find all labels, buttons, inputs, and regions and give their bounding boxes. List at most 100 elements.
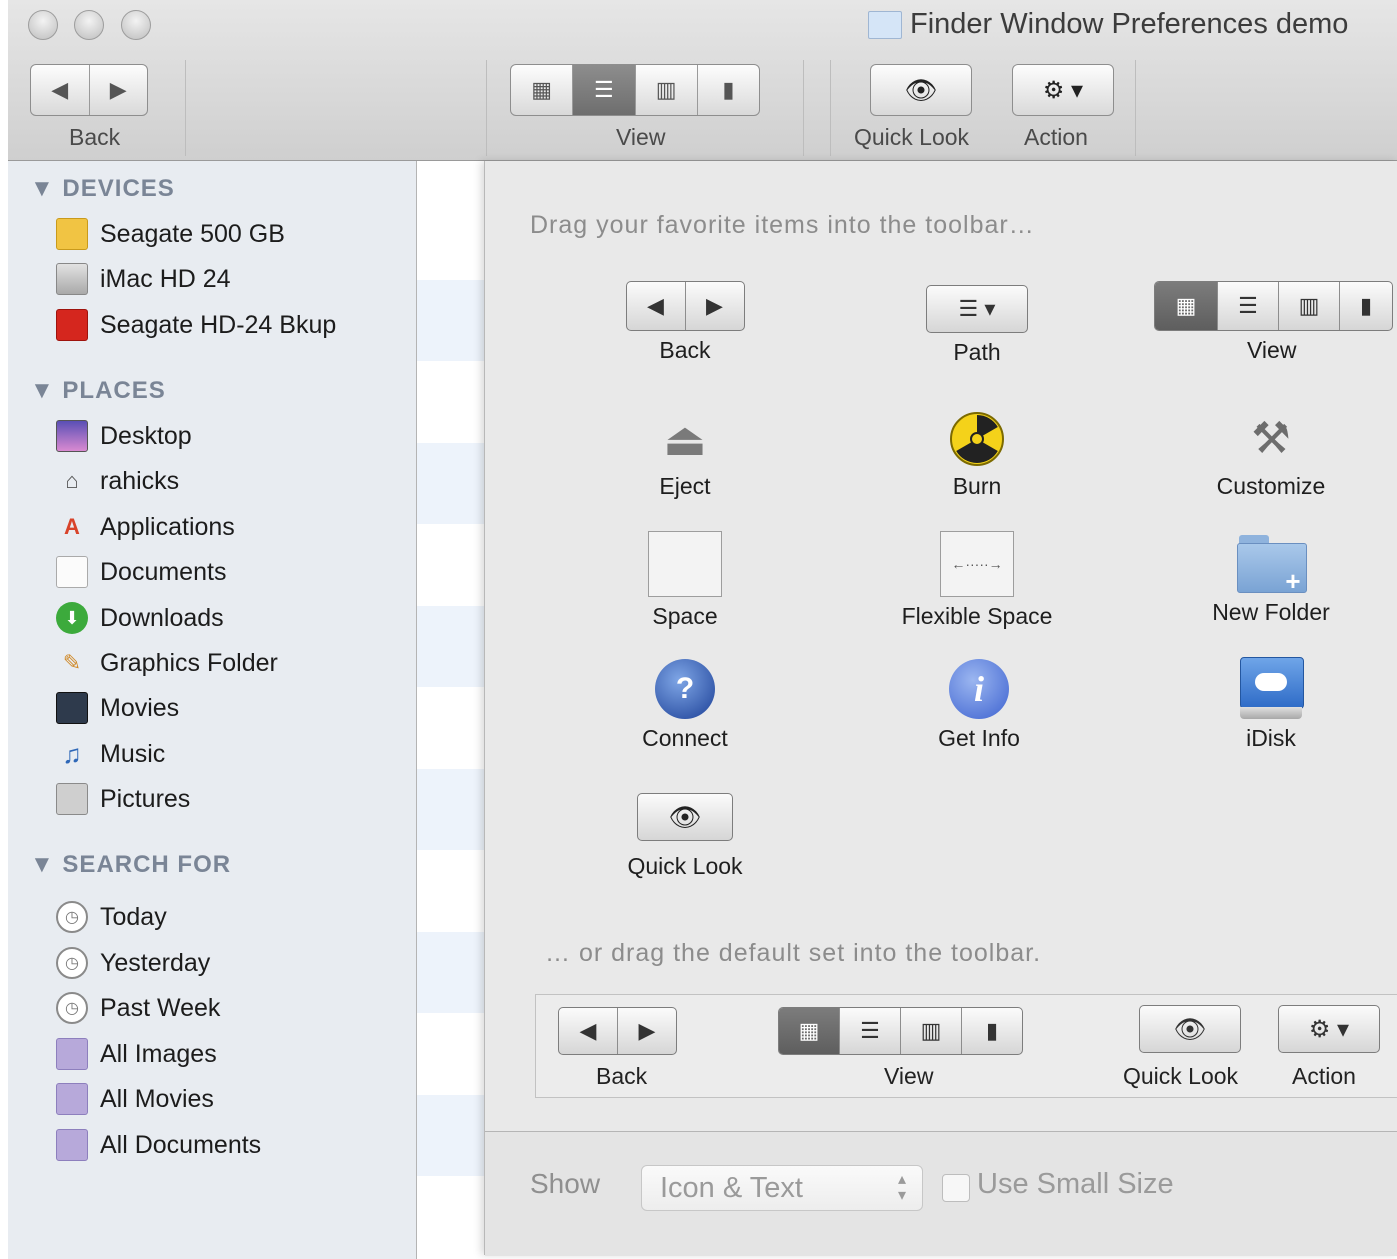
sidebar-item-label: Seagate 500 GB (100, 219, 285, 248)
icon-view-icon: ▦ (779, 1008, 840, 1054)
column-view-icon[interactable]: ▥ (636, 65, 698, 115)
tool-customize[interactable]: ⚒ Customize (1151, 411, 1391, 500)
tool-get-info[interactable]: i Get Info (859, 659, 1099, 752)
smart-folder-icon (56, 1129, 88, 1161)
desktop-icon (56, 420, 88, 452)
toolbar-separator (1135, 60, 1136, 156)
info-icon: i (949, 659, 1009, 719)
sidebar-item-label: Today (100, 902, 167, 931)
tool-flexible-space[interactable]: ←·····→ Flexible Space (857, 531, 1097, 630)
tool-label: Back (659, 337, 711, 363)
globe-question-icon: ? (655, 659, 715, 719)
action-button[interactable]: ⚙ ▾ (1012, 64, 1114, 116)
zoom-window-button[interactable] (121, 10, 151, 40)
sidebar-item-applications[interactable]: A Applications (56, 508, 235, 546)
list-view-icon: ☰ (840, 1008, 901, 1054)
drive-red-icon (56, 309, 88, 341)
sidebar-item-all-movies[interactable]: All Movies (56, 1080, 214, 1118)
sidebar-item-documents[interactable]: Documents (56, 553, 226, 591)
forward-arrow-icon[interactable]: ▶ (90, 65, 148, 115)
sidebar-item-home[interactable]: ⌂ rahicks (56, 462, 179, 500)
sidebar-item-imac-hd[interactable]: iMac HD 24 (56, 260, 231, 298)
tool-quick-look[interactable]: 👁 Quick Look (565, 793, 805, 880)
places-heading[interactable]: ▼ PLACES (30, 377, 166, 405)
tool-view[interactable]: ▦ ☰ ▥ ▮ View (1151, 281, 1397, 364)
clock-icon: ◷ (56, 947, 88, 979)
default-toolbar-set[interactable]: ◀ ▶ Back ▦ ☰ ▥ ▮ View 👁 Quick Look ⚙ ▾ A… (535, 994, 1397, 1098)
devices-heading[interactable]: ▼ DEVICES (30, 175, 175, 203)
internal-drive-icon (56, 263, 88, 295)
tool-space[interactable]: Space (565, 531, 805, 630)
tool-connect[interactable]: ? Connect (565, 659, 805, 752)
sidebar-item-today[interactable]: ◷ Today (56, 898, 167, 936)
forward-arrow-icon: ▶ (706, 293, 723, 318)
clock-icon: ◷ (56, 992, 88, 1024)
show-popup[interactable]: Icon & Text ▴ ▾ (641, 1165, 923, 1211)
folder-icon (868, 10, 902, 39)
sidebar-item-downloads[interactable]: ⬇ Downloads (56, 599, 224, 637)
tool-label: Path (953, 339, 1001, 365)
tool-label: View (1247, 337, 1297, 363)
sidebar-item-label: Yesterday (100, 948, 211, 977)
devices-heading-text: DEVICES (62, 175, 175, 202)
toolbar-separator (185, 60, 186, 156)
back-label: Back (69, 124, 121, 150)
tool-path[interactable]: ☰ ▾ Path (857, 285, 1097, 366)
sidebar: ▼ DEVICES Seagate 500 GB iMac HD 24 Seag… (8, 161, 417, 1259)
sidebar-item-pictures[interactable]: Pictures (56, 780, 190, 818)
sidebar-item-graphics-folder[interactable]: ✎ Graphics Folder (56, 644, 278, 682)
smart-folder-icon (56, 1083, 88, 1115)
sidebar-item-all-documents[interactable]: All Documents (56, 1126, 261, 1164)
sidebar-item-label: All Movies (100, 1084, 214, 1113)
sidebar-item-label: Pictures (100, 784, 191, 813)
tool-new-folder[interactable]: + New Folder (1151, 535, 1391, 626)
sidebar-item-all-images[interactable]: All Images (56, 1035, 217, 1073)
sidebar-item-yesterday[interactable]: ◷ Yesterday (56, 944, 210, 982)
sidebar-item-label: iMac HD 24 (100, 264, 231, 293)
coverflow-view-icon[interactable]: ▮ (698, 65, 759, 115)
coverflow-view-icon: ▮ (985, 1018, 999, 1043)
icon-view-icon[interactable]: ▦ (511, 65, 574, 115)
action-label: Action (1024, 124, 1088, 150)
default-quick-look-control: 👁 (1139, 1005, 1241, 1053)
default-back-control: ◀ ▶ (558, 1007, 677, 1055)
home-icon: ⌂ (65, 468, 79, 493)
pictures-icon (56, 783, 88, 815)
back-forward-control[interactable]: ◀ ▶ (30, 64, 148, 116)
sidebar-item-desktop[interactable]: Desktop (56, 417, 192, 455)
music-icon: ♫ (62, 738, 82, 769)
tool-idisk[interactable]: iDisk (1151, 657, 1391, 752)
sidebar-item-label: Movies (100, 693, 180, 722)
tool-label: iDisk (1246, 725, 1296, 751)
small-size-checkbox[interactable] (942, 1174, 970, 1202)
eye-icon: 👁 (904, 74, 938, 105)
sidebar-item-seagate-bkup[interactable]: Seagate HD-24 Bkup (56, 306, 336, 344)
sidebar-item-music[interactable]: ♫ Music (56, 735, 165, 773)
list-view-icon[interactable]: ☰ (573, 65, 636, 115)
sidebar-item-past-week[interactable]: ◷ Past Week (56, 989, 220, 1027)
column-view-icon: ▥ (901, 1008, 962, 1054)
default-quick-look-label: Quick Look (1123, 1063, 1239, 1089)
sidebar-item-label: Applications (100, 512, 235, 541)
tool-back[interactable]: ◀ ▶ Back (565, 281, 805, 364)
movies-icon (56, 692, 88, 724)
sidebar-item-label: All Images (100, 1039, 217, 1068)
sidebar-item-seagate-500[interactable]: Seagate 500 GB (56, 215, 285, 253)
applications-icon: A (64, 514, 80, 539)
sidebar-item-movies[interactable]: Movies (56, 689, 179, 727)
window-title: Finder Window Preferences demo (868, 8, 1348, 41)
forward-arrow-icon: ▶ (638, 1018, 656, 1043)
tool-eject[interactable]: ⏏ Eject (565, 411, 805, 500)
sidebar-item-label: Music (100, 739, 166, 768)
quick-look-button[interactable]: 👁 (870, 64, 972, 116)
close-window-button[interactable] (28, 10, 58, 40)
eye-icon: 👁 (668, 801, 702, 832)
tool-label: Space (652, 603, 718, 629)
minimize-window-button[interactable] (74, 10, 104, 40)
back-arrow-icon[interactable]: ◀ (31, 65, 90, 115)
tool-label: Burn (952, 473, 1002, 499)
tool-label: New Folder (1212, 599, 1330, 625)
tool-burn[interactable]: Burn (857, 411, 1097, 500)
view-mode-control[interactable]: ▦ ☰ ▥ ▮ (510, 64, 760, 116)
search-for-heading[interactable]: ▼ SEARCH FOR (30, 851, 231, 879)
